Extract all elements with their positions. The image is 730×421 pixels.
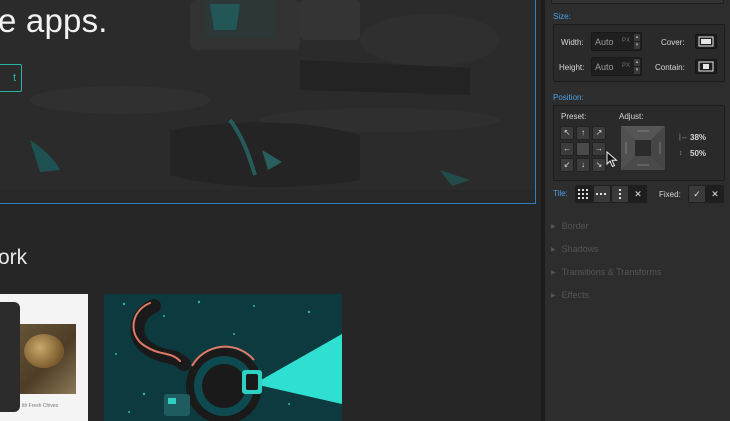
tile-horizontal-button[interactable] [593,185,611,203]
section-shadows-label: Shadows [561,244,599,254]
section-transitions-transforms[interactable]: ▶ Transitions & Transforms [551,267,661,277]
height-stepper[interactable]: ▴ ▾ [634,59,640,74]
tile-grid-icon [578,189,588,199]
preset-bottom-center[interactable]: ↓ [576,158,590,172]
size-section-box: Width: Auto PX ▴ ▾ Cover: Height: Auto PX… [553,24,725,82]
tile-none-button[interactable]: ✕ [629,185,647,203]
fixed-label: Fixed: [659,190,681,199]
y-offset-value[interactable]: 50% [690,149,706,158]
section-shadows[interactable]: ▶ Shadows [551,244,599,254]
robot-illustration [104,294,342,421]
contain-button[interactable] [695,59,717,74]
tile-both-button[interactable] [575,185,593,203]
adjust-label: Adjust: [619,112,644,121]
chevron-right-icon: ▶ [551,270,556,276]
app-root: e apps. t ork ith Fresh Chives Size: Wid… [0,0,730,421]
section-transitions-label: Transitions & Transforms [561,267,662,277]
cover-label: Cover: [661,38,685,47]
x-offset-value[interactable]: 38% [690,133,706,142]
portfolio-card-food[interactable]: ith Fresh Chives [0,294,88,421]
width-label: Width: [561,38,584,47]
hero-title: e apps. [0,2,108,39]
design-canvas[interactable]: e apps. t ork ith Fresh Chives [0,0,541,421]
fixed-on-button[interactable]: ✓ [688,185,706,203]
cover-icon [698,36,714,47]
chevron-right-icon: ▶ [551,224,556,230]
cover-button[interactable] [695,34,717,49]
height-value: Auto [595,62,614,72]
panel-top-edge [551,0,724,4]
cursor-icon [606,151,618,168]
preset-middle-left[interactable]: ← [560,142,574,156]
position-section-box: Preset: Adjust: ↖ ↑ ↗ ← → ↙ ↓ ↘ |↔ 38% ↕… [553,105,725,181]
x-offset-icon: |↔ [679,134,688,141]
chevron-right-icon: ▶ [551,293,556,299]
chevron-right-icon: ▶ [551,247,556,253]
preset-bottom-right[interactable]: ↘ [592,158,606,172]
background-properties-panel: Size: Width: Auto PX ▴ ▾ Cover: Height: A… [545,0,730,421]
size-section-label: Size: [553,12,571,21]
height-unit: PX [622,63,631,69]
section-effects-label: Effects [561,290,589,300]
card-caption: ith Fresh Chives [22,403,59,409]
tile-horizontal-icon [596,193,606,195]
width-stepper[interactable]: ▴ ▾ [634,34,640,49]
preset-bottom-left[interactable]: ↙ [560,158,574,172]
section-effects[interactable]: ▶ Effects [551,290,589,300]
phone-mockup [0,302,20,412]
preset-top-left[interactable]: ↖ [560,126,574,140]
food-image [24,334,64,368]
tile-vertical-button[interactable] [611,185,629,203]
close-icon: ✕ [711,189,719,199]
check-icon: ✓ [693,189,701,199]
hero-cta-button[interactable]: t [0,64,22,92]
preset-middle-right[interactable]: → [592,142,606,156]
hero-section-selected[interactable]: e apps. t [0,0,536,204]
contain-label: Contain: [655,63,685,72]
preset-top-right[interactable]: ↗ [592,126,606,140]
preset-label: Preset: [561,112,587,121]
tile-label: Tile: [553,189,568,198]
position-section-label: Position: [553,93,584,102]
width-input[interactable]: Auto PX ▴ ▾ [591,32,642,51]
tile-vertical-icon [619,189,621,199]
width-unit: PX [622,38,631,44]
width-value: Auto [595,37,614,47]
preset-center[interactable] [576,142,590,156]
preset-top-center[interactable]: ↑ [576,126,590,140]
height-label: Height: [559,63,585,72]
section-border-label: Border [561,221,589,231]
section-title: ork [0,246,28,269]
fixed-off-button[interactable]: ✕ [706,185,724,203]
close-icon: ✕ [634,189,642,199]
y-offset-icon: ↕ [679,150,683,157]
portfolio-card-robot[interactable] [104,294,342,421]
contain-icon [698,61,714,72]
height-input[interactable]: Auto PX ▴ ▾ [591,57,642,76]
position-adjust-pad[interactable] [621,126,665,170]
section-border[interactable]: ▶ Border [551,221,589,231]
